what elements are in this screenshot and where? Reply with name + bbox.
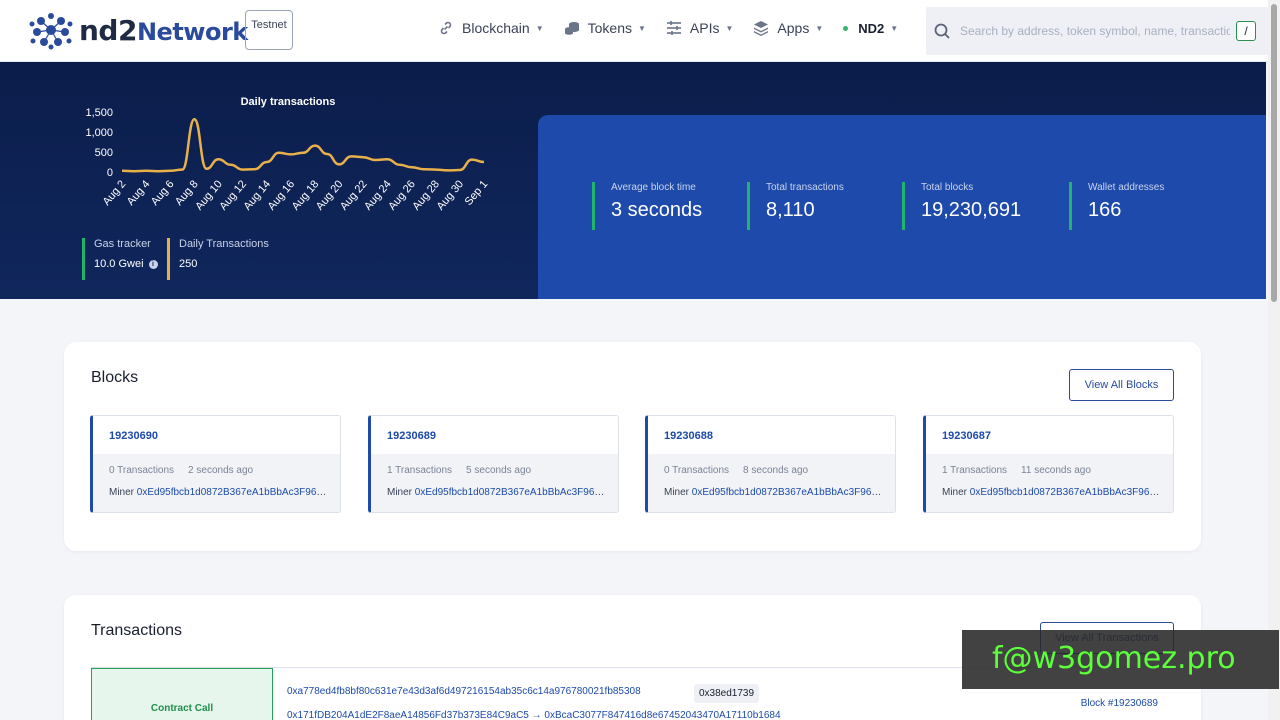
stat-label: Total transactions <box>766 182 844 193</box>
transaction-from-to[interactable]: 0x171fDB204A1dE2F8aeA14856Fd37b373E84C9a… <box>287 710 781 720</box>
menu-label: APIs <box>689 20 720 36</box>
menu-tokens[interactable]: Tokens ▼ <box>564 20 646 36</box>
top-navbar: nd2Network Testnet Blockchain ▼ Tokens ▼… <box>0 0 1268 62</box>
gas-tracker: Gas tracker 10.0 Gwei i <box>82 238 158 280</box>
brand-name: nd2Network <box>79 13 248 47</box>
search-input[interactable] <box>960 24 1230 38</box>
dark-mode-toggle-icon[interactable] <box>896 22 912 38</box>
page-scrollbar[interactable] <box>1268 0 1280 720</box>
y-tick-label: 0 <box>107 167 113 179</box>
stat-total-transactions: Total transactions 8,110 <box>747 182 844 230</box>
transactions-title: Transactions <box>91 622 182 639</box>
block-tile[interactable]: 19230687 1 Transactions 11 seconds ago Mi… <box>923 415 1174 513</box>
search-icon <box>934 23 950 39</box>
search-bar: / <box>926 7 1268 55</box>
info-icon[interactable]: i <box>148 259 158 269</box>
daily-transactions-label: Daily Transactions <box>179 238 269 250</box>
block-tile[interactable]: 19230688 0 Transactions 8 seconds ago Min… <box>645 415 896 513</box>
block-miner: Miner 0xEd95fbcb1d0872B367eA1bBbAc3F96fB… <box>109 487 327 498</box>
menu-label: Tokens <box>587 20 632 36</box>
series-line <box>121 117 485 173</box>
stat-wallet-addresses: Wallet addresses 166 <box>1069 182 1164 230</box>
gas-tracker-label: Gas tracker <box>94 238 151 250</box>
y-tick-label: 1,500 <box>85 107 113 119</box>
block-tile[interactable]: 19230690 0 Transactions 2 seconds ago Min… <box>90 415 341 513</box>
miner-address-link[interactable]: 0xEd95fbcb1d0872B367eA1bBbAc3F96fBc1C8bE… <box>692 487 882 498</box>
menu-label: Apps <box>777 20 810 36</box>
transaction-hash-link[interactable]: 0xa778ed4fb8bf80c631e7e43d3af6d497216154… <box>287 686 641 697</box>
chevron-down-icon: ▼ <box>637 23 646 33</box>
coins-icon <box>564 20 580 36</box>
block-tile[interactable]: 19230689 1 Transactions 5 seconds ago Min… <box>368 415 619 513</box>
watermark-overlay: f@w3gomez.pro <box>962 630 1279 689</box>
x-tick-label: Aug 4 <box>125 178 153 208</box>
x-tick-label: Aug 2 <box>101 178 129 208</box>
transaction-block-link[interactable]: Block #19230689 <box>1081 698 1158 709</box>
stat-value: 8,110 <box>766 199 815 221</box>
menu-blockchain[interactable]: Blockchain ▼ <box>438 20 544 36</box>
menu-label: Blockchain <box>462 20 530 36</box>
x-tick-label: Sep 1 <box>463 178 491 208</box>
gas-tracker-value: 10.0 Gwei i <box>94 258 158 270</box>
method-badge: 0x38ed1739 <box>694 684 760 703</box>
block-miner: Miner 0xEd95fbcb1d0872B367eA1bBbAc3F96fB… <box>942 487 1160 498</box>
daily-transactions-value: 250 <box>179 258 198 270</box>
hero-section: Daily transactions 0 500 1,000 1,500 Aug 2 Au… <box>0 62 1266 299</box>
block-meta: 0 Transactions 2 seconds ago <box>109 465 254 476</box>
link-icon <box>438 20 454 36</box>
x-tick-label: Aug 30 <box>435 178 467 212</box>
daily-transactions-stat: Daily Transactions 250 <box>167 238 269 280</box>
menu-apps[interactable]: Apps ▼ <box>753 20 823 36</box>
blocks-title: Blocks <box>91 369 139 386</box>
stat-label: Average block time <box>611 182 696 193</box>
daily-transactions-chart: 05001,0001,500Aug 2Aug 4Aug 6Aug 8Aug 10… <box>85 107 491 213</box>
stat-value: 166 <box>1088 199 1122 221</box>
x-tick-label: Aug 6 <box>149 178 177 208</box>
block-number-link[interactable]: 19230690 <box>109 430 158 442</box>
main-menu: Blockchain ▼ Tokens ▼ APIs ▼ Apps ▼ ND2 … <box>438 20 918 36</box>
block-meta: 1 Transactions 11 seconds ago <box>942 465 1091 476</box>
blocks-card: Blocks View All Blocks 19230690 0 Transa… <box>64 342 1201 551</box>
block-number-link[interactable]: 19230688 <box>664 430 713 442</box>
stat-value: 3 seconds <box>611 199 703 221</box>
stat-value: 19,230,691 <box>921 199 1022 221</box>
network-status-dot <box>843 25 849 31</box>
y-tick-label: 500 <box>95 147 113 159</box>
block-miner: Miner 0xEd95fbcb1d0872B367eA1bBbAc3F96fB… <box>387 487 605 498</box>
stat-total-blocks: Total blocks 19,230,691 <box>902 182 1021 230</box>
stat-label: Wallet addresses <box>1088 182 1165 193</box>
miner-address-link[interactable]: 0xEd95fbcb1d0872B367eA1bBbAc3F96fBc1C8bE… <box>970 487 1160 498</box>
search-shortcut-key: / <box>1236 21 1256 41</box>
block-number-link[interactable]: 19230687 <box>942 430 991 442</box>
transaction-type-badge: Contract Call <box>91 668 273 720</box>
view-all-blocks-button[interactable]: View All Blocks <box>1069 369 1174 401</box>
network-stats-panel: Average block time 3 seconds Total trans… <box>538 115 1266 299</box>
testnet-badge: Testnet <box>245 10 293 50</box>
stat-label: Total blocks <box>921 182 974 193</box>
brand-logo[interactable]: nd2Network <box>27 10 248 50</box>
scrollbar-thumb[interactable] <box>1271 4 1277 302</box>
block-meta: 0 Transactions 8 seconds ago <box>664 465 809 476</box>
stat-average-block-time: Average block time 3 seconds <box>592 182 702 230</box>
layers-icon <box>753 20 769 36</box>
menu-apis[interactable]: APIs ▼ <box>666 20 734 36</box>
network-logo-icon <box>29 13 73 50</box>
block-miner: Miner 0xEd95fbcb1d0872B367eA1bBbAc3F96fB… <box>664 487 882 498</box>
sliders-icon <box>666 20 682 36</box>
block-number-link[interactable]: 19230689 <box>387 430 436 442</box>
miner-address-link[interactable]: 0xEd95fbcb1d0872B367eA1bBbAc3F96fBc1C8bE… <box>137 487 327 498</box>
chevron-down-icon: ▼ <box>725 23 734 33</box>
y-tick-label: 1,000 <box>85 127 113 139</box>
chevron-down-icon: ▼ <box>815 23 824 33</box>
network-label: ND2 <box>858 20 885 36</box>
miner-address-link[interactable]: 0xEd95fbcb1d0872B367eA1bBbAc3F96fBc1C8bE… <box>415 487 605 498</box>
network-selector[interactable]: ND2 ▼ <box>843 21 898 36</box>
block-meta: 1 Transactions 5 seconds ago <box>387 465 532 476</box>
chevron-down-icon: ▼ <box>535 23 544 33</box>
